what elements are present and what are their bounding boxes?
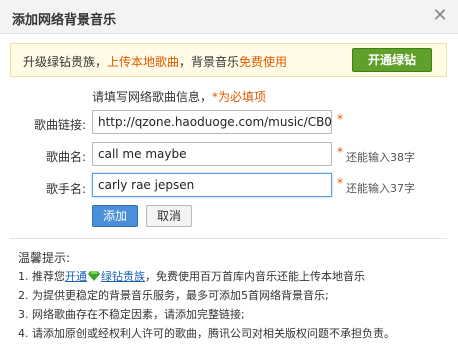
promo-highlight-free: 免费使用	[239, 55, 288, 69]
promo-text-prefix: 升级绿钻贵族，	[23, 55, 108, 69]
green-diamond-icon	[88, 271, 100, 281]
promo-banner: 升级绿钻贵族，上传本地歌曲，背景音乐免费使用 开通绿钻	[10, 43, 447, 77]
tip-item-3: 3. 网络歌曲存在不稳定因素，请添加完整链接;	[18, 308, 245, 321]
song-name-input[interactable]: call me maybe	[92, 142, 332, 166]
song-link-input[interactable]: http://qzone.haoduoge.com/music/CB0AFA	[92, 110, 332, 134]
tip-item-4: 4. 请添加原创或经权利人许可的歌曲，腾讯公司对相关版权问题不承担负责。	[18, 327, 395, 340]
form-note: 请填写网络歌曲信息，*为必填项	[92, 88, 266, 105]
tip-1-prefix: 1. 推荐您	[18, 270, 65, 283]
tip-item-2: 2. 为提供更稳定的背景音乐服务，最多可添加5首网络背景音乐;	[18, 289, 329, 302]
song-name-label: 歌曲名:	[45, 150, 86, 164]
add-button[interactable]: 添加	[92, 205, 138, 227]
tip-1-suffix: ，免费使用百万首库内音乐还能上传本地音乐	[145, 270, 365, 283]
promo-text-middle: ，背景音乐	[179, 55, 240, 69]
singer-name-char-hint: 还能输入37字	[346, 182, 415, 195]
divider	[10, 238, 447, 239]
tip-open-link[interactable]: 开通	[65, 270, 87, 283]
add-music-dialog: 添加网络背景音乐 ✕ 升级绿钻贵族，上传本地歌曲，背景音乐免费使用 开通绿钻 请…	[0, 0, 458, 345]
song-name-char-hint: 还能输入38字	[346, 151, 415, 164]
singer-name-label: 歌手名:	[45, 182, 86, 196]
tip-item-1: 1. 推荐您开通 绿钻贵族，免费使用百万首库内音乐还能上传本地音乐	[18, 268, 365, 284]
form-note-prefix: 请填写网络歌曲信息，	[92, 90, 213, 104]
open-green-diamond-button[interactable]: 开通绿钻	[352, 48, 432, 72]
tips-title: 温馨提示:	[18, 251, 71, 265]
song-link-label: 歌曲链接:	[33, 118, 86, 132]
form-note-required: *为必填项	[212, 90, 267, 104]
singer-name-input[interactable]: carly rae jepsen	[92, 173, 332, 197]
promo-highlight-upload: 上传本地歌曲	[107, 55, 180, 69]
tip-green-diamond-link[interactable]: 绿钻贵族	[101, 270, 145, 283]
dialog-title: 添加网络背景音乐	[12, 13, 117, 28]
close-icon[interactable]: ✕	[430, 6, 450, 26]
promo-text: 升级绿钻贵族，上传本地歌曲，背景音乐免费使用	[23, 53, 287, 70]
singer-name-required-mark: *	[337, 176, 343, 190]
cancel-button[interactable]: 取消	[146, 205, 192, 227]
song-name-required-mark: *	[337, 145, 343, 159]
song-link-required-mark: *	[337, 112, 343, 126]
dialog-titlebar: 添加网络背景音乐 ✕	[0, 0, 458, 34]
